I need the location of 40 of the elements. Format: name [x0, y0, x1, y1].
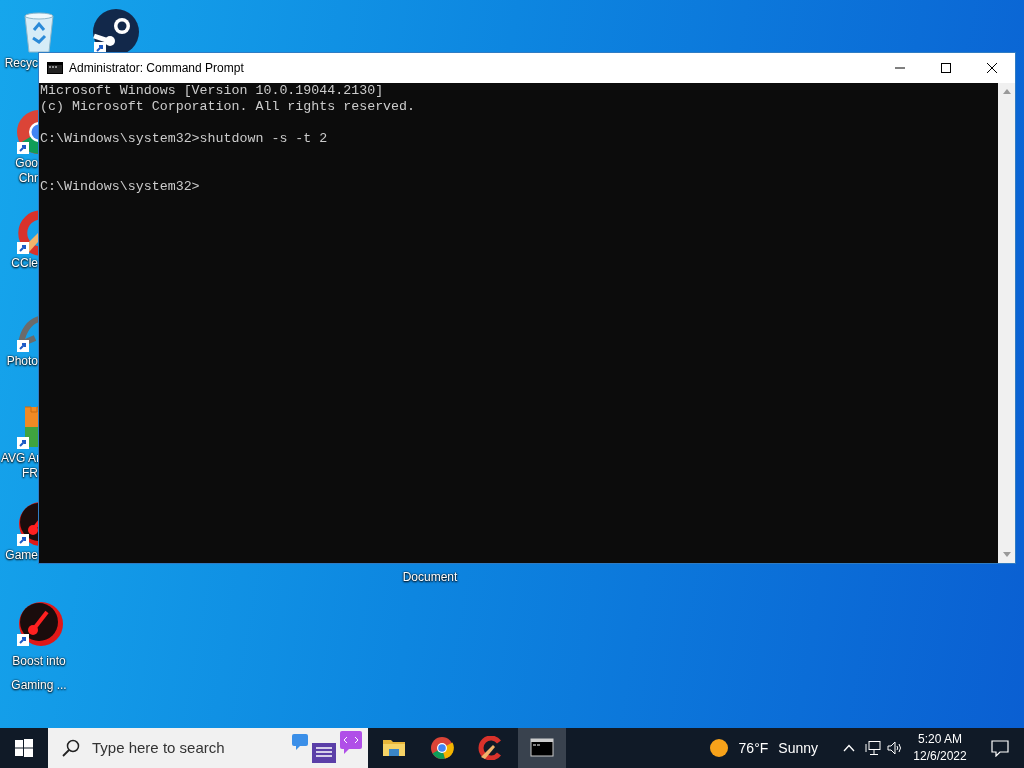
icon-label: Document — [402, 570, 458, 585]
browser-icon — [430, 736, 454, 760]
windows-logo-icon — [15, 739, 33, 757]
down-arrow-icon — [1002, 552, 1011, 557]
chevron-up-icon[interactable] — [843, 744, 855, 752]
icon-label: Boost into — [12, 654, 66, 669]
search-icon — [62, 739, 80, 757]
maximize-icon — [941, 63, 951, 73]
icon-label: Goo — [14, 156, 38, 171]
clock-time[interactable]: 5:20 AM — [908, 731, 972, 748]
cleaner-icon — [478, 736, 502, 760]
icon-label: Game — [4, 548, 38, 563]
clock-date[interactable]: 12/6/2022 — [908, 748, 972, 765]
icon-label: Photo — [5, 354, 38, 369]
taskbar-app-button[interactable] — [518, 728, 566, 768]
cleaner-icon[interactable] — [15, 208, 38, 256]
weather-condition[interactable]: Sunny — [778, 737, 818, 759]
console-line: C:\Windows\system32> — [40, 179, 201, 195]
icon-label: Gaming ... — [11, 678, 67, 693]
close-icon — [987, 63, 997, 73]
up-arrow-icon — [1002, 89, 1011, 94]
speedometer-icon[interactable] — [15, 600, 63, 648]
console-line: C:\Windows\system32>shutdown -s -t 2 — [40, 131, 329, 147]
circle-logo-icon[interactable] — [92, 8, 140, 52]
terminal-icon — [530, 736, 554, 760]
sun-icon[interactable] — [708, 738, 729, 758]
weather-temperature[interactable]: 76°F — [738, 737, 769, 759]
icon-label: Recyc — [3, 56, 38, 71]
window-title: Administrator: Command Prompt — [69, 60, 245, 77]
terminal-icon — [47, 62, 63, 74]
icon-label: Chr — [17, 171, 38, 186]
search-box[interactable]: Type here to search — [48, 728, 368, 768]
icon-label: CCle — [10, 256, 38, 271]
console-line: (c) Microsoft Corporation. All rights reserved. — [40, 99, 417, 115]
volume-icon[interactable] — [887, 741, 902, 755]
search-field[interactable]: Type here to search — [90, 735, 280, 761]
console-line: Microsoft Windows [Version 10.0.19044.2130] — [40, 83, 385, 99]
notification-icon — [991, 739, 1009, 757]
icon-label: FR — [21, 466, 38, 481]
network-icon[interactable] — [865, 740, 881, 756]
